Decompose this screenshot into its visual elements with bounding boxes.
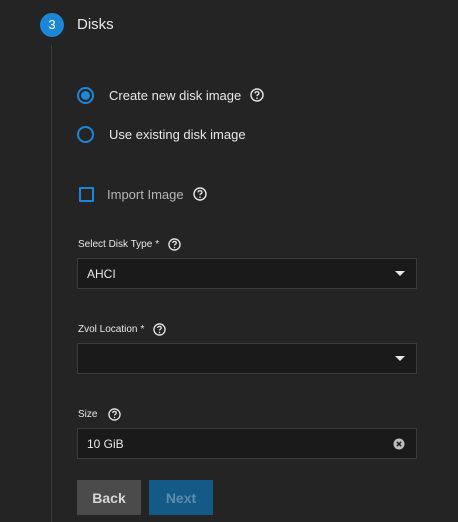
help-icon[interactable] bbox=[250, 88, 264, 102]
help-icon[interactable] bbox=[192, 187, 207, 201]
radio-create-new-disk-image[interactable]: Create new disk image bbox=[77, 84, 264, 106]
help-icon[interactable] bbox=[152, 322, 166, 336]
step-number-badge[interactable]: 3 bbox=[40, 13, 64, 37]
help-icon[interactable] bbox=[167, 237, 181, 251]
zvol-location-label: Zvol Location * bbox=[78, 322, 166, 336]
step-title[interactable]: Disks bbox=[77, 16, 114, 33]
import-image-label: Import Image bbox=[107, 186, 184, 202]
required-marker: * bbox=[140, 323, 145, 335]
radio-use-existing-disk-image[interactable]: Use existing disk image bbox=[77, 123, 246, 145]
clear-icon[interactable] bbox=[393, 438, 405, 450]
import-image-checkbox[interactable] bbox=[79, 186, 94, 202]
disk-type-value: AHCI bbox=[87, 266, 116, 281]
chevron-down-icon[interactable] bbox=[395, 356, 405, 361]
chevron-down-icon[interactable] bbox=[395, 271, 405, 276]
zvol-location-label-text: Zvol Location bbox=[78, 323, 138, 335]
disk-type-select[interactable]: AHCI bbox=[77, 258, 417, 289]
disks-step-page: 3 Disks Create new disk image Use existi… bbox=[0, 0, 458, 522]
size-label-text: Size bbox=[78, 408, 98, 420]
zvol-location-select[interactable] bbox=[77, 343, 417, 374]
radio-button-unselected[interactable] bbox=[77, 125, 94, 143]
radio-button-selected[interactable] bbox=[77, 86, 94, 104]
stepper-vertical-line bbox=[51, 45, 52, 522]
size-label: Size bbox=[78, 407, 121, 421]
radio-label-create-new: Create new disk image bbox=[109, 87, 242, 103]
size-value: 10 GiB bbox=[87, 436, 124, 451]
import-image-checkbox-row[interactable]: Import Image bbox=[79, 184, 207, 204]
required-marker: * bbox=[155, 238, 160, 250]
select-disk-type-label: Select Disk Type * bbox=[78, 237, 181, 251]
back-button[interactable]: Back bbox=[77, 480, 141, 515]
size-input[interactable]: 10 GiB bbox=[77, 428, 417, 459]
select-disk-type-label-text: Select Disk Type bbox=[78, 238, 153, 250]
help-icon[interactable] bbox=[107, 407, 121, 421]
next-button[interactable]: Next bbox=[149, 480, 213, 515]
radio-label-use-existing: Use existing disk image bbox=[109, 126, 246, 142]
